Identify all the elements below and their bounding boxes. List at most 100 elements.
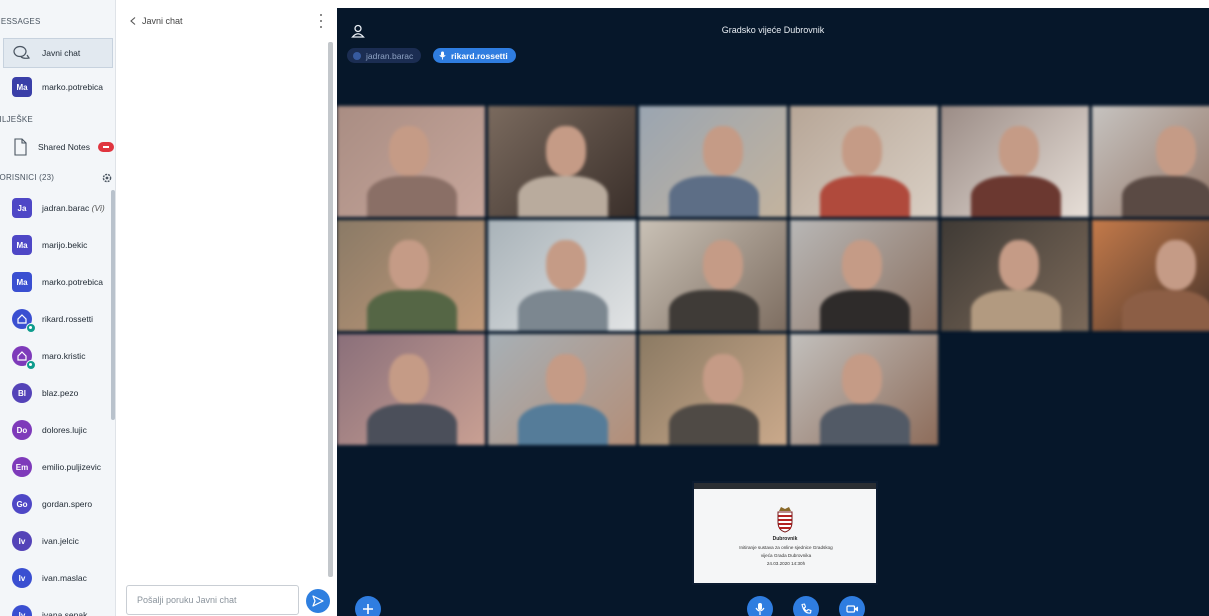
user-list-item[interactable]: Iv ivana.sepak xyxy=(0,600,115,616)
talking-indicator-rikard[interactable]: rikard.rossetti xyxy=(433,48,516,63)
participant-silhouette xyxy=(367,290,457,331)
user-name-text: marko.potrebica xyxy=(42,277,103,287)
user-list-item[interactable]: Iv ivan.jelcic xyxy=(0,526,115,556)
participant-video-tile[interactable] xyxy=(488,220,636,331)
chat-message-input[interactable] xyxy=(126,585,299,615)
chat-panel: Javni chat xyxy=(116,0,336,616)
participant-video-tile[interactable] xyxy=(488,334,636,445)
participant-video-tile[interactable] xyxy=(941,106,1089,217)
user-list-item[interactable]: Iv ivan.maslac xyxy=(0,563,115,593)
participant-video-tile[interactable] xyxy=(337,106,485,217)
shared-notes-item[interactable]: Shared Notes xyxy=(0,132,115,162)
chat-back-button[interactable]: Javni chat xyxy=(130,16,183,26)
participant-video-tile[interactable] xyxy=(639,334,787,445)
presentation-thumbnail[interactable]: Dubrovnik Initiranje sustava za online s… xyxy=(692,481,878,585)
meeting-title: Gradsko vijeće Dubrovnik xyxy=(721,25,825,35)
participant-silhouette xyxy=(971,290,1061,331)
user-list-item[interactable]: Ma marijo.bekic xyxy=(0,230,115,260)
user-list-scrollbar[interactable] xyxy=(111,190,115,420)
user-name: ivana.sepak xyxy=(42,610,87,616)
participant-video-tile[interactable] xyxy=(488,106,636,217)
users-section-title: KORISNICI (23) xyxy=(0,173,55,182)
avatar xyxy=(12,346,36,370)
avatar: Iv xyxy=(12,568,32,588)
leave-audio-button[interactable] xyxy=(793,596,819,616)
user-list-item[interactable]: Em emilio.puljizevic xyxy=(0,452,115,482)
participant-silhouette xyxy=(367,404,457,445)
user-name: jadran.barac (Vi) xyxy=(42,203,105,213)
participant-video-tile[interactable] xyxy=(639,220,787,331)
participant-face xyxy=(389,126,429,176)
talker-name: jadran.barac xyxy=(366,50,414,61)
send-message-button[interactable] xyxy=(306,589,330,613)
chat-options-icon[interactable] xyxy=(317,14,325,28)
user-list-item[interactable]: maro.kristic xyxy=(0,341,115,371)
user-list-item[interactable]: Ja jadran.barac (Vi) xyxy=(0,193,115,223)
audio-connected-icon xyxy=(26,323,36,333)
participant-silhouette xyxy=(367,176,457,217)
user-list-item[interactable]: Bl blaz.pezo xyxy=(0,378,115,408)
user-list-item[interactable]: Go gordan.spero xyxy=(0,489,115,519)
user-name: emilio.puljizevic xyxy=(42,462,101,472)
public-chat-label: Javni chat xyxy=(42,48,81,58)
user-name-text: ivan.jelcic xyxy=(42,536,79,546)
messages-section-title: MESSAGES xyxy=(0,17,41,26)
microphone-icon xyxy=(755,603,765,615)
user-name: marko.potrebica xyxy=(42,277,103,287)
participant-video-tile[interactable] xyxy=(639,106,787,217)
participant-face xyxy=(546,126,586,176)
participant-video-tile[interactable] xyxy=(790,106,938,217)
participant-video-tile[interactable] xyxy=(790,334,938,445)
chat-bubble-icon xyxy=(12,43,32,63)
dubrovnik-coat-of-arms xyxy=(777,507,793,533)
user-list-item[interactable]: rikard.rossetti xyxy=(0,304,115,334)
participant-silhouette xyxy=(669,176,759,217)
document-icon xyxy=(10,137,30,157)
user-name-text: rikard.rossetti xyxy=(42,314,94,324)
participant-face xyxy=(999,240,1039,290)
microphone-button[interactable] xyxy=(747,596,773,616)
participant-silhouette xyxy=(669,290,759,331)
participant-video-tile[interactable] xyxy=(941,220,1089,331)
participant-face xyxy=(703,240,743,290)
avatar: Do xyxy=(12,420,32,440)
user-name: gordan.spero xyxy=(42,499,92,509)
notes-unread-badge xyxy=(97,142,114,152)
video-camera-icon xyxy=(845,605,858,613)
avatar: Iv xyxy=(12,605,32,616)
participant-video-tile[interactable] xyxy=(790,220,938,331)
participant-face xyxy=(389,240,429,290)
participant-face xyxy=(703,126,743,176)
actions-plus-button[interactable] xyxy=(355,596,381,616)
user-list-item[interactable]: Ma marko.potrebica xyxy=(0,267,115,297)
talker-name: rikard.rossetti xyxy=(451,50,508,61)
user-name: marijo.bekic xyxy=(42,240,87,250)
camera-button[interactable] xyxy=(839,596,865,616)
participant-silhouette xyxy=(518,290,608,331)
talking-indicator-jadran[interactable]: jadran.barac xyxy=(347,48,422,63)
user-name: rikard.rossetti xyxy=(42,314,93,324)
participant-video-tile[interactable] xyxy=(337,334,485,445)
user-list-panel: MESSAGES Javni chat Ma marko.potrebica B… xyxy=(0,0,116,616)
user-name: ivan.maslac xyxy=(42,573,87,583)
participant-video-tile[interactable] xyxy=(1092,220,1209,331)
microphone-icon xyxy=(439,51,446,60)
phone-icon xyxy=(801,603,812,614)
presentation-text: Initiranje sustava za online sjednice Gr… xyxy=(739,545,833,566)
user-list-item[interactable]: Do dolores.lujic xyxy=(0,415,115,445)
mic-muted-icon xyxy=(353,51,361,60)
moderator-icon xyxy=(17,351,27,361)
user-name-text: ivana.sepak xyxy=(42,610,88,616)
participant-face xyxy=(1156,240,1196,290)
user-name-text: marijo.bekic xyxy=(42,240,88,250)
participant-face xyxy=(842,240,882,290)
public-chat-item[interactable]: Javni chat xyxy=(3,38,113,68)
private-chat-item[interactable]: Ma marko.potrebica xyxy=(0,72,115,102)
private-chat-label: marko.potrebica xyxy=(42,82,103,92)
chat-scrollbar[interactable] xyxy=(328,42,333,577)
participant-face xyxy=(546,240,586,290)
participant-video-tile[interactable] xyxy=(1092,106,1209,217)
gear-icon[interactable] xyxy=(101,172,113,184)
participant-video-tile[interactable] xyxy=(337,220,485,331)
participant-face xyxy=(546,354,586,404)
